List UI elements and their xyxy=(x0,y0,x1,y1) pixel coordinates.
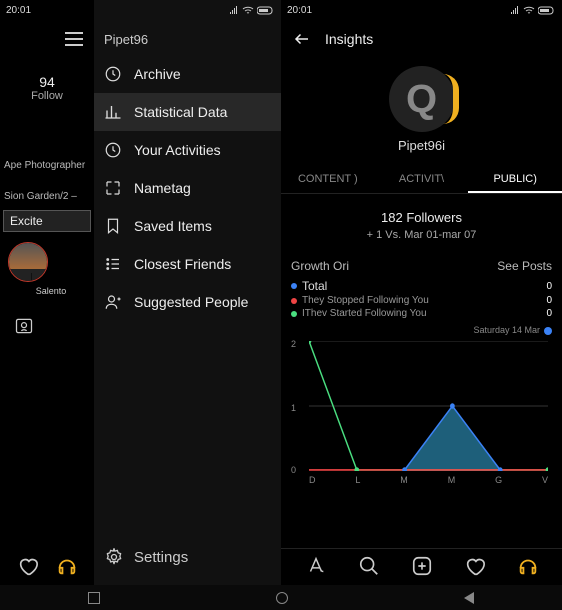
see-posts-link[interactable]: See Posts xyxy=(497,259,552,273)
menu-settings[interactable]: Settings xyxy=(94,537,281,577)
activity-icon xyxy=(104,141,122,159)
list-icon xyxy=(104,255,122,273)
menu-label: Suggested People xyxy=(134,294,248,310)
menu-label: Saved Items xyxy=(134,218,212,234)
status-icons xyxy=(510,6,556,15)
profile-location: Sion Garden/2 – xyxy=(4,191,90,202)
tagged-icon[interactable] xyxy=(14,316,94,336)
menu-suggested-people[interactable]: Suggested People xyxy=(94,283,281,321)
font-icon[interactable] xyxy=(305,555,327,577)
headphones-icon[interactable] xyxy=(56,555,78,577)
followers-count: 182 Followers xyxy=(281,210,562,225)
legend-total: Total xyxy=(302,279,327,293)
headphones-icon[interactable] xyxy=(517,555,539,577)
nav-back-icon[interactable] xyxy=(464,592,474,604)
page-title: Insights xyxy=(325,31,373,47)
ytick: 1 xyxy=(291,403,296,413)
settings-label: Settings xyxy=(134,549,188,566)
heart-icon[interactable] xyxy=(464,555,486,577)
legend-started: IThev Started Following You xyxy=(302,308,427,319)
xtick: D xyxy=(309,475,316,485)
bookmark-icon xyxy=(104,217,122,235)
profile-role: Ape Photographer xyxy=(4,160,90,171)
menu-archive[interactable]: Archive xyxy=(94,55,281,93)
nav-recent-icon[interactable] xyxy=(88,592,100,604)
date-dot-icon xyxy=(544,327,552,335)
menu-saved-items[interactable]: Saved Items xyxy=(94,207,281,245)
xtick: G xyxy=(495,475,502,485)
statusbar xyxy=(94,0,281,20)
chart-date: Saturday 14 Mar xyxy=(473,325,540,335)
xtick: V xyxy=(542,475,548,485)
menu-label: Closest Friends xyxy=(134,256,231,272)
value-stopped: 0 xyxy=(546,295,552,306)
nametag-icon xyxy=(104,179,122,197)
statusbar: 20:01 xyxy=(0,0,94,20)
value-total: 0 xyxy=(546,281,552,292)
growth-label: Growth Ori xyxy=(291,259,349,273)
status-time: 20:01 xyxy=(287,5,312,16)
menu-closest-friends[interactable]: Closest Friends xyxy=(94,245,281,283)
status-icons xyxy=(229,6,275,15)
legend-stopped: They Stopped Following You xyxy=(302,295,429,306)
tab-content[interactable]: CONTENT ) xyxy=(281,167,375,193)
tab-activity[interactable]: ACTIVIT\ xyxy=(375,167,469,193)
menu-username: Pipet96 xyxy=(94,20,281,55)
follow-count: 94 xyxy=(0,74,94,90)
story-highlight[interactable]: Salento xyxy=(8,242,94,296)
archive-icon xyxy=(104,65,122,83)
statusbar: 20:01 xyxy=(281,0,562,20)
ytick: 2 xyxy=(291,339,296,349)
add-post-icon[interactable] xyxy=(411,555,433,577)
menu-label: Statistical Data xyxy=(134,104,227,120)
menu-nametag[interactable]: Nametag xyxy=(94,169,281,207)
xtick: M xyxy=(448,475,456,485)
tab-public[interactable]: PUBLIC) xyxy=(468,167,562,193)
stats-icon xyxy=(104,103,122,121)
nav-home-icon[interactable] xyxy=(276,592,288,604)
menu-your-activities[interactable]: Your Activities xyxy=(94,131,281,169)
menu-label: Archive xyxy=(134,66,181,82)
excite-button[interactable]: Excite xyxy=(3,210,91,232)
menu-label: Nametag xyxy=(134,180,191,196)
status-time: 20:01 xyxy=(6,5,31,16)
menu-statistical-data[interactable]: Statistical Data xyxy=(94,93,281,131)
back-arrow-icon[interactable] xyxy=(293,30,311,48)
insights-username: Pipet96i xyxy=(281,138,562,153)
value-started: 0 xyxy=(546,308,552,319)
menu-label: Your Activities xyxy=(134,142,221,158)
ytick: 0 xyxy=(291,465,296,475)
followers-delta: + 1 Vs. Mar 01-mar 07 xyxy=(281,229,562,241)
growth-chart: 2 1 0 D L M M G xyxy=(309,341,548,471)
xtick: M xyxy=(400,475,408,485)
heart-icon[interactable] xyxy=(17,555,39,577)
story-label: Salento xyxy=(8,286,94,296)
avatar: Q xyxy=(389,66,455,132)
follow-label: Follow xyxy=(0,90,94,102)
search-icon[interactable] xyxy=(358,555,380,577)
xtick: L xyxy=(355,475,360,485)
add-person-icon xyxy=(104,293,122,311)
gear-icon xyxy=(104,547,124,567)
android-navbar xyxy=(0,585,562,610)
hamburger-menu-icon[interactable] xyxy=(65,32,83,46)
follow-stat[interactable]: 94 Follow xyxy=(0,74,94,102)
